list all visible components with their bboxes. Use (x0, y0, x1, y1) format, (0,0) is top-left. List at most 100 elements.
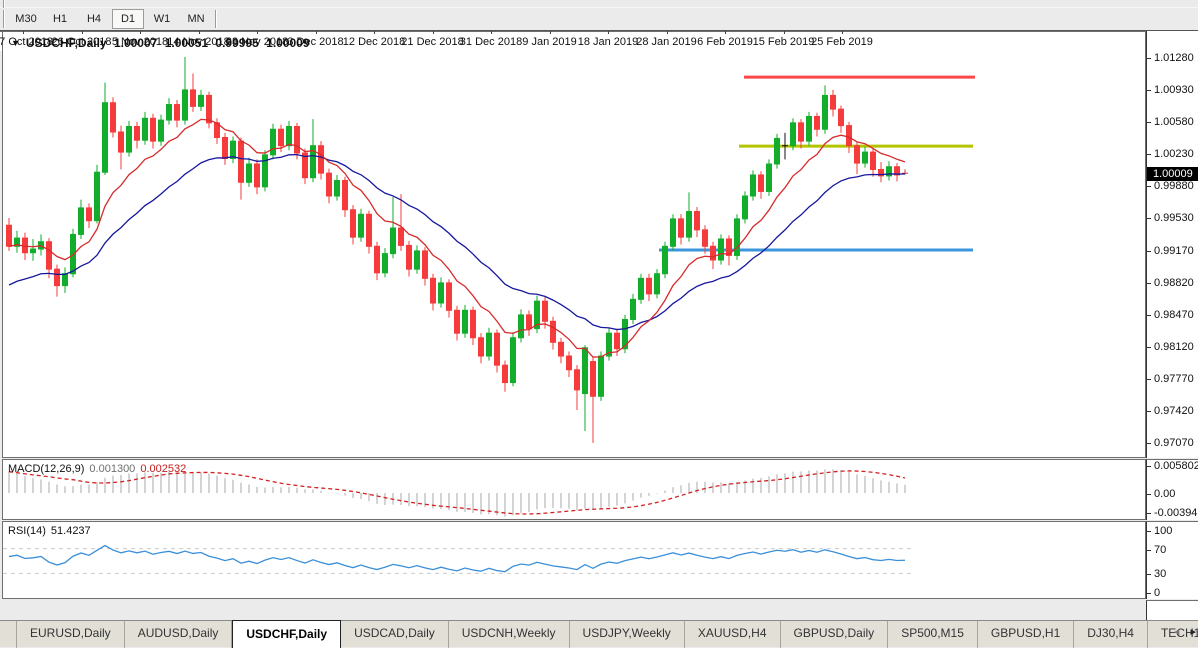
candle (295, 123, 300, 160)
tab-dj30-h4[interactable]: DJ30,H4 (1074, 621, 1148, 648)
tabs-scroll-right-icon[interactable]: ▸ (1190, 626, 1196, 638)
tab-usdcnh-weekly[interactable]: USDCNH,Weekly (449, 621, 570, 648)
candle (271, 124, 276, 160)
candle (319, 141, 324, 179)
tab-audusd-daily[interactable]: AUDUSD,Daily (125, 621, 233, 648)
axis-corner (1146, 600, 1198, 620)
timeframe-button-h1[interactable]: H1 (44, 9, 76, 29)
price-tick (1147, 283, 1151, 284)
candle (383, 248, 388, 277)
tab-usdcad-daily[interactable]: USDCAD,Daily (341, 621, 449, 648)
candle (287, 121, 292, 150)
date-axis-label: 25 Feb 2019 (811, 36, 873, 48)
candle (719, 234, 724, 264)
candle (207, 92, 212, 129)
candle (679, 214, 684, 244)
date-axis-label: 9 Jan 2019 (522, 36, 576, 48)
candle (527, 310, 532, 336)
toolbar-grip (3, 10, 5, 28)
date-tick (842, 31, 843, 34)
timeframe-button-mn[interactable]: MN (180, 9, 212, 29)
candle (895, 163, 900, 181)
price-axis-label: 0.99170 (1154, 245, 1194, 257)
price-tick (1147, 218, 1151, 219)
candle (367, 211, 372, 254)
tab-xauusd-h4[interactable]: XAUUSD,H4 (685, 621, 781, 648)
tab-gbpusd-daily[interactable]: GBPUSD,Daily (781, 621, 889, 648)
date-axis-label: 3 Dec 2018 (287, 36, 343, 48)
candle (407, 241, 412, 277)
candle (191, 73, 196, 111)
candle (663, 242, 668, 279)
price-tick (1147, 186, 1151, 187)
candle (87, 203, 92, 228)
tab-gbpusd-h1[interactable]: GBPUSD,H1 (978, 621, 1074, 648)
price-tick (1147, 379, 1151, 380)
macd-axis-label: -0.003945 (1154, 507, 1198, 519)
price-axis[interactable]: 1.012801.009301.005801.002300.998800.995… (1146, 31, 1198, 458)
price-tick (1147, 90, 1151, 91)
macd-tick (1147, 466, 1151, 467)
rsi-label: RSI(14)51.4237 (8, 525, 91, 537)
date-tick (374, 31, 375, 34)
price-axis-label: 0.97420 (1154, 405, 1194, 417)
macd-pane[interactable]: MACD(12,26,9)0.0013000.002532 (2, 459, 1146, 520)
date-axis-label: 18 Jan 2019 (578, 36, 639, 48)
date-axis-label: 31 Dec 2018 (460, 36, 522, 48)
date-axis-label: 21 Dec 2018 (401, 36, 463, 48)
rsi-axis: 10070300 (1146, 521, 1198, 599)
candle (455, 306, 460, 341)
candle (607, 328, 612, 361)
date-tick (608, 31, 609, 34)
candle (159, 115, 164, 146)
macd-axis-label: 0.00 (1154, 488, 1175, 500)
tab-usdjpy-weekly[interactable]: USDJPY,Weekly (570, 621, 685, 648)
candle (183, 57, 188, 125)
candle (815, 113, 820, 137)
timeframe-button-m30[interactable]: M30 (10, 9, 42, 29)
price-axis-label: 1.00580 (1154, 116, 1194, 128)
candle (711, 242, 716, 269)
price-chart-pane[interactable]: ▼USDCHF,Daily 1.00007 1.00051 0.99995 1.… (2, 31, 1146, 458)
rsi-pane[interactable]: RSI(14)51.4237 (2, 521, 1146, 599)
candle (439, 277, 444, 307)
candle (415, 245, 420, 273)
candle (55, 265, 60, 297)
date-axis-label: 15 Feb 2019 (753, 36, 815, 48)
price-axis-label: 0.98820 (1154, 277, 1194, 289)
candle (782, 133, 788, 160)
candle (239, 137, 244, 199)
candle (751, 170, 756, 200)
candle (727, 235, 732, 265)
date-axis-label: 17 Oct 2018 (0, 36, 53, 48)
candle (735, 214, 740, 260)
clipped-upper-toolbar (0, 0, 1198, 8)
candle (391, 197, 396, 258)
tab-eurusd-daily[interactable]: EURUSD,Daily (16, 621, 125, 648)
tab-sp500-m15[interactable]: SP500,M15 (888, 621, 978, 648)
date-tick (140, 31, 141, 34)
candle (487, 328, 492, 361)
candle (855, 142, 860, 174)
macd-tick (1147, 494, 1151, 495)
macd-axis: 0.0058020.00-0.003945 (1146, 459, 1198, 520)
price-tick (1147, 251, 1151, 252)
candle (263, 150, 268, 191)
candle (135, 122, 140, 149)
price-tick (1147, 58, 1151, 59)
date-axis-label: 14 Nov 2018 (167, 36, 229, 48)
timeframe-button-h4[interactable]: H4 (78, 9, 110, 29)
rsi-name: RSI(14) (8, 525, 46, 537)
candle (655, 269, 660, 298)
tabs-scroll-left-icon[interactable]: ◂ (1174, 626, 1180, 638)
price-tick (1147, 347, 1151, 348)
timeframe-button-w1[interactable]: W1 (146, 9, 178, 29)
candle (95, 165, 100, 224)
price-tick (1147, 154, 1151, 155)
tab-usdchf-daily[interactable]: USDCHF,Daily (232, 620, 341, 648)
candle (199, 90, 204, 111)
candle (647, 274, 652, 301)
timeframe-button-d1[interactable]: D1 (112, 9, 144, 29)
rsi-line (9, 546, 905, 572)
candle (767, 159, 772, 196)
